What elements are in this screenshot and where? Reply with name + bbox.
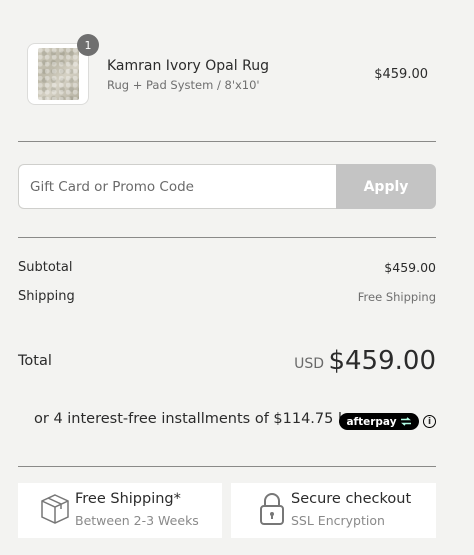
afterpay-arrows-icon [400, 417, 411, 426]
quantity-badge: 1 [77, 34, 99, 56]
padlock-icon [260, 493, 284, 525]
divider [18, 237, 436, 238]
apply-button[interactable]: Apply [336, 164, 436, 209]
promo-code-input[interactable]: Gift Card or Promo Code [18, 164, 336, 209]
package-box-icon [41, 494, 69, 524]
product-price: $459.00 [374, 67, 428, 82]
product-name: Kamran Ivory Opal Rug [107, 58, 269, 74]
feature-subtitle: Between 2-3 Weeks [75, 513, 199, 528]
divider [18, 466, 436, 467]
afterpay-label: afterpay [346, 415, 397, 428]
free-shipping-card: Free Shipping* Between 2-3 Weeks [18, 483, 222, 538]
feature-title: Free Shipping* [75, 491, 181, 507]
shipping-value: Free Shipping [357, 290, 436, 304]
divider [18, 141, 436, 142]
total-label: Total [18, 353, 52, 369]
feature-title: Secure checkout [291, 491, 412, 507]
shipping-label: Shipping [18, 289, 75, 304]
currency-code: USD [294, 356, 324, 372]
product-variant: Rug + Pad System / 8'x10' [107, 78, 260, 92]
total-amount: $459.00 [328, 346, 436, 376]
afterpay-badge[interactable]: afterpay [339, 413, 419, 430]
feature-subtitle: SSL Encryption [291, 513, 385, 528]
info-icon[interactable]: i [423, 415, 436, 428]
secure-checkout-card: Secure checkout SSL Encryption [231, 483, 436, 538]
installments-text: or 4 interest-free installments of $114.… [34, 411, 356, 427]
subtotal-label: Subtotal [18, 260, 73, 275]
subtotal-value: $459.00 [384, 260, 436, 275]
rug-image [37, 48, 79, 100]
